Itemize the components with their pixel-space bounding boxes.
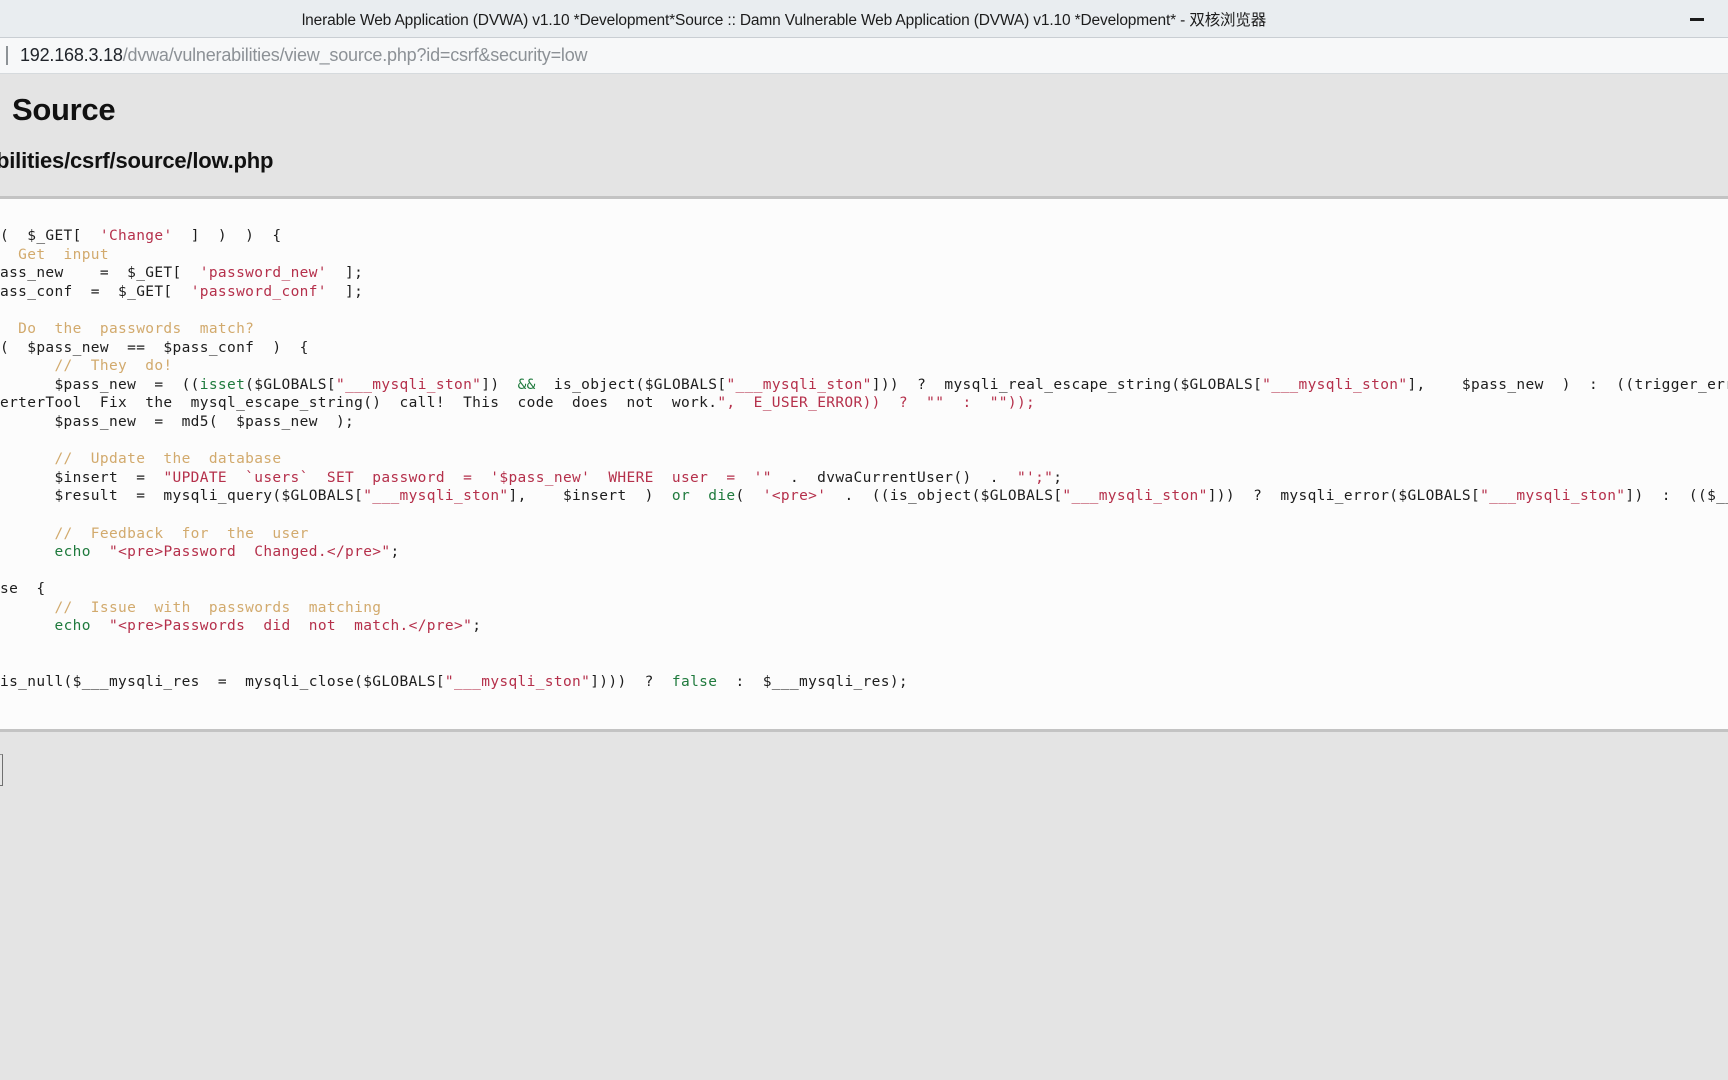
minimize-button[interactable] [1674, 3, 1720, 35]
page-content: Source bilities/csrf/source/low.php ( $_… [0, 74, 1728, 1080]
page-title: Source [12, 92, 116, 127]
compare-all-levels-button[interactable]: All Levels [0, 754, 4, 786]
minimize-icon [1690, 17, 1704, 21]
source-code-pane[interactable]: ( $_GET[ 'Change' ] ) ) { Get input ass_… [0, 199, 1728, 729]
source-code: ( $_GET[ 'Change' ] ) ) { Get input ass_… [0, 228, 1728, 691]
url-text[interactable]: 192.168.3.18/dvwa/vulnerabilities/view_s… [20, 45, 588, 66]
source-filename: bilities/csrf/source/low.php [0, 148, 274, 173]
window-titlebar: lnerable Web Application (DVWA) v1.10 *D… [0, 0, 1728, 38]
window-controls [1674, 0, 1720, 38]
text-caret-icon [6, 46, 8, 65]
window-title: lnerable Web Application (DVWA) v1.10 *D… [301, 11, 1267, 29]
url-path: /dvwa/vulnerabilities/view_source.php?id… [122, 45, 588, 65]
address-bar[interactable]: 192.168.3.18/dvwa/vulnerabilities/view_s… [0, 38, 1728, 74]
page-header: Source bilities/csrf/source/low.php [0, 74, 1728, 174]
url-host: 192.168.3.18 [20, 45, 123, 65]
browser-window: lnerable Web Application (DVWA) v1.10 *D… [0, 0, 1728, 1080]
page-footer: All Levels [0, 732, 1728, 1032]
